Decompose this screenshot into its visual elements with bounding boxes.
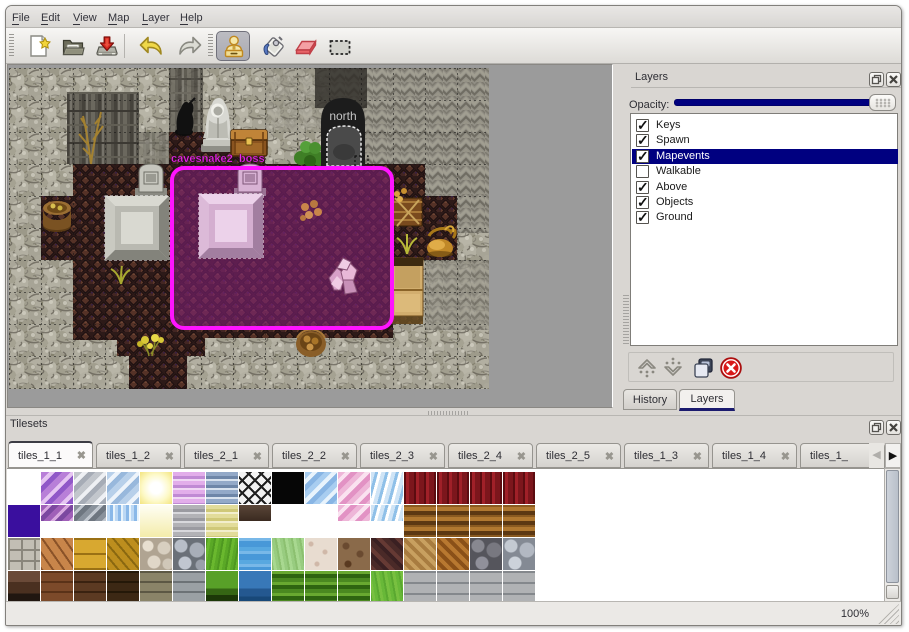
svg-text:north: north <box>329 109 356 123</box>
svg-text:cavesnake2_boss: cavesnake2_boss <box>171 153 265 165</box>
